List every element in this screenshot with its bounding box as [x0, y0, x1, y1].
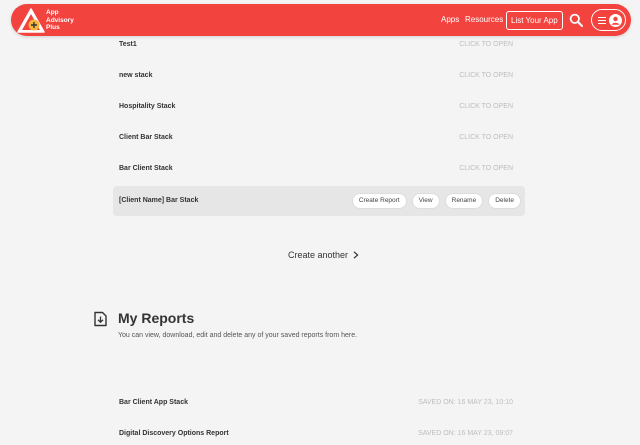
- create-another-label: Create another: [288, 250, 349, 260]
- click-to-open-link[interactable]: CLICK TO OPEN: [459, 165, 513, 172]
- user-icon: [609, 14, 622, 27]
- stack-name: Bar Client Stack: [119, 165, 173, 172]
- my-reports-description: You can view, download, edit and delete …: [118, 332, 358, 339]
- my-reports-title: My Reports: [118, 310, 195, 326]
- search-icon[interactable]: [569, 13, 583, 27]
- stack-row-hospitality-stack[interactable]: Hospitality Stack CLICK TO OPEN: [113, 92, 525, 122]
- delete-button[interactable]: Delete: [488, 193, 521, 209]
- account-menu-button[interactable]: [591, 9, 626, 31]
- click-to-open-link[interactable]: CLICK TO OPEN: [459, 72, 513, 79]
- click-to-open-link[interactable]: CLICK TO OPEN: [459, 103, 513, 110]
- list-your-app-button[interactable]: List Your App: [506, 11, 563, 30]
- stack-row-test1[interactable]: Test1 CLICK TO OPEN: [113, 30, 525, 60]
- nav-link-apps[interactable]: Apps: [441, 15, 459, 24]
- brand-name[interactable]: App Advisory Plus: [46, 9, 74, 32]
- brand-line-1: App: [46, 9, 59, 16]
- report-download-icon: [94, 311, 107, 327]
- stack-name: Client Bar Stack: [119, 134, 173, 141]
- stack-name: Test1: [119, 41, 137, 48]
- brand-line-2: Advisory: [46, 16, 74, 24]
- create-report-button[interactable]: Create Report: [351, 193, 407, 209]
- stack-row-client-name-bar-stack[interactable]: [Client Name] Bar Stack Create Report Vi…: [113, 186, 525, 216]
- chevron-right-icon: [353, 251, 359, 259]
- report-name: Bar Client App Stack: [119, 399, 188, 406]
- stack-row-bar-client-stack[interactable]: Bar Client Stack CLICK TO OPEN: [113, 154, 525, 184]
- app-advisory-logo-icon[interactable]: [17, 8, 45, 33]
- stack-row-client-bar-stack[interactable]: Client Bar Stack CLICK TO OPEN: [113, 123, 525, 153]
- report-saved-date: SAVED ON: 16 MAY 23, 10:10: [418, 399, 513, 406]
- click-to-open-link[interactable]: CLICK TO OPEN: [459, 134, 513, 141]
- click-to-open-link[interactable]: CLICK TO OPEN: [459, 41, 513, 48]
- stack-name: [Client Name] Bar Stack: [119, 197, 199, 204]
- report-name: Digital Discovery Options Report: [119, 430, 229, 437]
- rename-button[interactable]: Rename: [444, 193, 484, 209]
- stack-name: Hospitality Stack: [119, 103, 176, 110]
- report-row[interactable]: Bar Client App Stack SAVED ON: 16 MAY 23…: [113, 393, 525, 413]
- stack-row-actions: Create Report View Rename Delete: [351, 193, 521, 209]
- stack-row-new-stack[interactable]: new stack CLICK TO OPEN: [113, 61, 525, 91]
- stack-name: new stack: [119, 72, 153, 79]
- brand-line-3: Plus: [46, 24, 60, 31]
- report-saved-date: SAVED ON: 16 MAY 23, 09:07: [418, 430, 513, 437]
- report-row[interactable]: Digital Discovery Options Report SAVED O…: [113, 424, 525, 444]
- nav-link-resources[interactable]: Resources: [465, 15, 503, 24]
- view-button[interactable]: View: [411, 193, 440, 209]
- hamburger-icon: [598, 17, 606, 24]
- create-another-link[interactable]: Create another: [288, 250, 359, 260]
